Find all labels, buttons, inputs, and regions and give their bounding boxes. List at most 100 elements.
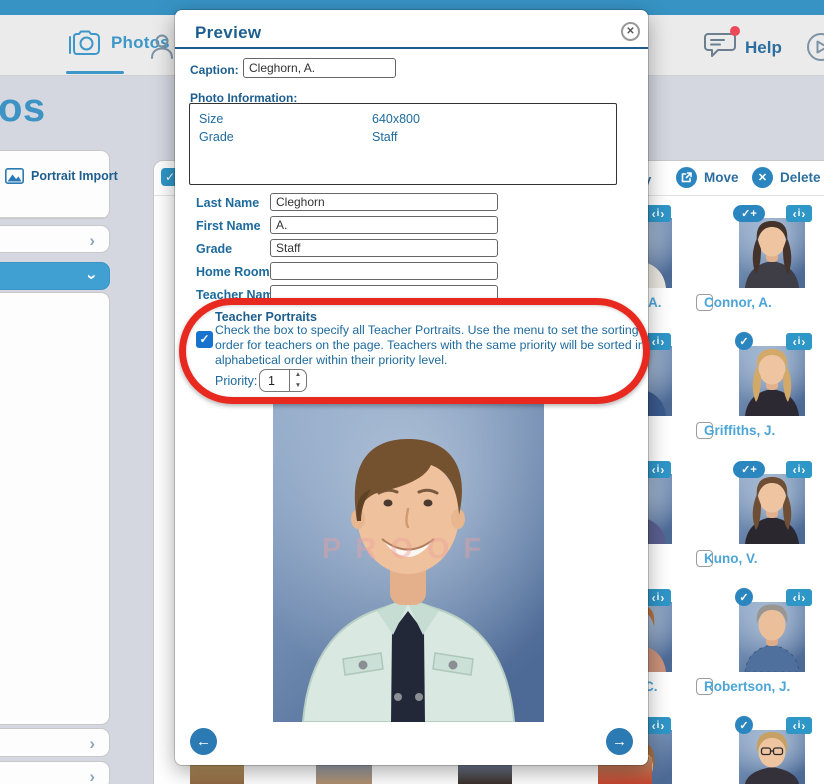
- mapped-check-badge[interactable]: ✓: [735, 332, 753, 350]
- app-window: Photos Help os: [0, 0, 824, 784]
- sidebar-header: Portrait Import: [0, 150, 110, 219]
- move-icon: [676, 167, 697, 188]
- photo-thumbnail[interactable]: [739, 730, 805, 784]
- photo-caption[interactable]: Connor, A.: [704, 295, 772, 310]
- priority-value: 1: [260, 370, 289, 391]
- priority-up-button[interactable]: ▲: [290, 370, 306, 381]
- first-name-input[interactable]: [270, 216, 498, 234]
- grade-input[interactable]: [270, 239, 498, 257]
- info-icon: i: [798, 208, 801, 219]
- next-photo-button[interactable]: →: [606, 728, 633, 755]
- person-icon: [149, 33, 176, 60]
- photo-thumbnail[interactable]: [739, 346, 805, 416]
- page-title: os: [0, 86, 46, 131]
- photo-info-badge[interactable]: ‹i›: [645, 461, 671, 478]
- chevron-down-icon: ›: [82, 274, 102, 280]
- info-icon: i: [798, 592, 801, 603]
- info-icon: i: [798, 720, 801, 731]
- modal-header-divider: [175, 47, 648, 49]
- nav-tutorial-button[interactable]: [806, 32, 824, 62]
- last-name-input[interactable]: [270, 193, 498, 211]
- photo-info-badge[interactable]: ‹i›: [786, 717, 812, 734]
- info-icon: i: [657, 720, 660, 731]
- photo-info-badge[interactable]: ‹i›: [786, 333, 812, 350]
- info-key: Grade: [199, 128, 372, 146]
- first-name-label: First Name: [196, 219, 261, 233]
- caption-input[interactable]: [243, 58, 396, 78]
- teacher-portraits-heading: Teacher Portraits: [215, 310, 317, 324]
- photo-info-row: Size 640x800: [199, 110, 607, 128]
- photo-info-badge[interactable]: ‹i›: [786, 205, 812, 222]
- photo-thumbnail[interactable]: [739, 218, 805, 288]
- priority-down-button[interactable]: ▼: [290, 381, 306, 392]
- photo-info-badge[interactable]: ‹i›: [645, 333, 671, 350]
- nav-tab-people[interactable]: [149, 33, 176, 60]
- mapped-check-plus-badge[interactable]: ✓+: [733, 205, 765, 222]
- chevron-right-icon: ›: [89, 767, 95, 784]
- photo-info-badge[interactable]: ‹i›: [645, 589, 671, 606]
- mapped-check-badge[interactable]: ✓: [735, 588, 753, 606]
- info-icon: i: [657, 208, 660, 219]
- info-icon: i: [657, 464, 660, 475]
- photo-info-badge[interactable]: ‹i›: [786, 461, 812, 478]
- move-button[interactable]: Move: [676, 167, 739, 188]
- delete-label: Delete: [780, 170, 821, 185]
- info-value: Staff: [372, 128, 397, 146]
- delete-button[interactable]: ✕ Delete: [752, 167, 821, 188]
- info-icon: i: [798, 464, 801, 475]
- home-room-input[interactable]: [270, 262, 498, 280]
- photo-caption[interactable]: Griffiths, J.: [704, 423, 775, 438]
- sidebar-divider: [0, 217, 109, 218]
- close-icon[interactable]: ✕: [621, 22, 640, 41]
- info-icon: i: [657, 592, 660, 603]
- help-bubble-icon: [704, 31, 736, 64]
- caption-label: Caption:: [190, 63, 239, 77]
- photo-caption[interactable]: Kuno, V.: [704, 551, 758, 566]
- photo-info-badge[interactable]: ‹i›: [645, 717, 671, 734]
- photo-thumbnail[interactable]: [739, 474, 805, 544]
- portrait-import-icon: [5, 168, 24, 184]
- info-value: 640x800: [372, 110, 420, 128]
- move-label: Move: [704, 170, 739, 185]
- sidebar-accordion-item-3[interactable]: ›: [0, 728, 110, 757]
- previous-photo-button[interactable]: ←: [190, 728, 217, 755]
- play-circle-icon: [806, 32, 824, 62]
- delete-icon: ✕: [752, 167, 773, 188]
- sidebar-accordion-item-4[interactable]: ›: [0, 761, 110, 784]
- photo-caption[interactable]: Robertson, J.: [704, 679, 790, 694]
- photo-info-row: Grade Staff: [199, 128, 607, 146]
- active-tab-underline: [66, 71, 124, 74]
- teacher-name-label: Teacher Name: [196, 288, 281, 302]
- sidebar-accordion-item-1[interactable]: ›: [0, 225, 110, 253]
- home-room-label: Home Room: [196, 265, 270, 279]
- mapped-check-badge[interactable]: ✓: [735, 716, 753, 734]
- nav-help-button[interactable]: Help: [704, 31, 782, 64]
- grade-label: Grade: [196, 242, 232, 256]
- modal-title: Preview: [195, 23, 261, 43]
- sidebar-header-label: Portrait Import: [31, 169, 118, 183]
- teacher-name-input[interactable]: [270, 285, 498, 303]
- preview-modal: Preview ✕ Caption: Photo Information: Si…: [175, 10, 648, 765]
- photo-information-box: Size 640x800 Grade Staff: [189, 103, 617, 185]
- info-icon: i: [798, 336, 801, 347]
- photo-caption-partial[interactable]: A.: [648, 295, 662, 310]
- chevron-right-icon: ›: [89, 231, 95, 251]
- sidebar-accordion-item-2-active[interactable]: ›: [0, 262, 110, 290]
- help-notification-dot: [730, 26, 740, 36]
- info-key: Size: [199, 110, 372, 128]
- teacher-portraits-checkbox[interactable]: ✓: [196, 331, 213, 348]
- photo-info-badge[interactable]: ‹i›: [786, 589, 812, 606]
- priority-label: Priority:: [215, 374, 257, 388]
- photo-info-badge[interactable]: ‹i›: [645, 205, 671, 222]
- chevron-right-icon: ›: [89, 734, 95, 754]
- portrait-photo: [273, 397, 544, 722]
- priority-stepper[interactable]: 1 ▲ ▼: [259, 369, 307, 392]
- camera-icon: [64, 29, 102, 57]
- mapped-check-plus-badge[interactable]: ✓+: [733, 461, 765, 478]
- info-icon: i: [657, 336, 660, 347]
- teacher-portraits-description: Check the box to specify all Teacher Por…: [215, 323, 645, 368]
- last-name-label: Last Name: [196, 196, 259, 210]
- sidebar-expanded-panel: [0, 292, 110, 725]
- help-label: Help: [745, 38, 782, 58]
- photo-thumbnail[interactable]: [739, 602, 805, 672]
